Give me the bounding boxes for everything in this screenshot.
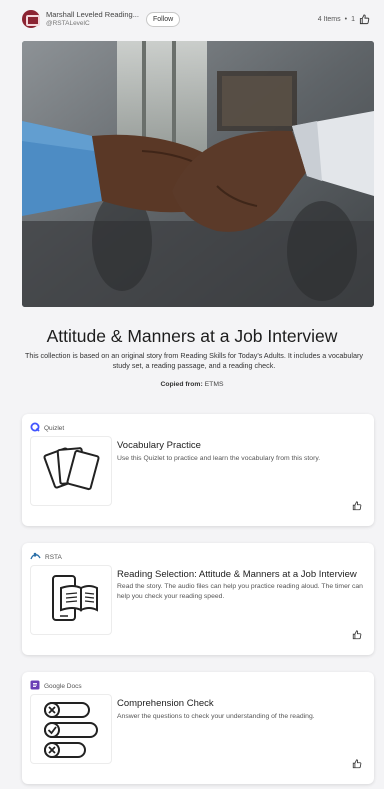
card-title[interactable]: Vocabulary Practice — [117, 440, 201, 451]
card-source-label: RSTA — [45, 553, 62, 561]
resource-card-comprehension[interactable]: Google Docs Comprehension Check Answer t… — [22, 672, 374, 784]
hero-image — [22, 41, 374, 307]
thumbs-up-icon[interactable] — [352, 627, 362, 645]
google-docs-icon — [30, 680, 40, 692]
flashcards-icon — [30, 436, 112, 506]
card-description: Answer the questions to check your under… — [117, 713, 315, 720]
items-count: 4 Items — [317, 15, 341, 23]
owner-name[interactable]: Marshall Leveled Reading... — [46, 11, 144, 20]
card-source: Quizlet — [30, 422, 64, 434]
thumbs-up-icon[interactable] — [359, 13, 370, 25]
owner-handle: @RSTALevelC — [46, 19, 90, 27]
quizlet-icon — [30, 422, 40, 434]
collection-page: Marshall Leveled Reading... @RSTALevelC … — [0, 0, 384, 789]
copied-source-link[interactable]: ETMS — [205, 381, 224, 388]
card-source: RSTA — [30, 551, 62, 563]
card-source: Google Docs — [30, 680, 82, 692]
card-source-label: Google Docs — [44, 682, 82, 690]
copied-from: Copied from: ETMS — [0, 381, 384, 388]
card-title[interactable]: Comprehension Check — [117, 698, 214, 709]
follow-button[interactable]: Follow — [146, 11, 181, 27]
owner-info[interactable]: Marshall Leveled Reading... @RSTALevelC — [46, 11, 144, 27]
avatar[interactable] — [22, 10, 40, 28]
checklist-icon — [30, 694, 112, 764]
card-source-label: Quizlet — [44, 424, 65, 432]
collection-description: This collection is based on an original … — [24, 351, 364, 371]
thumbs-up-icon[interactable] — [352, 498, 362, 516]
resource-card-reading[interactable]: RSTA Reading Selection: Attitude & Manne… — [22, 543, 374, 655]
collection-header: Marshall Leveled Reading... @RSTALevelC … — [0, 0, 384, 38]
card-description: Read the story. The audio files can help… — [117, 583, 363, 600]
likes-count: 1 — [351, 15, 355, 23]
stats-separator: • — [344, 15, 348, 23]
copied-label: Copied from: — [160, 381, 203, 388]
phone-book-icon — [30, 565, 112, 635]
collection-title: Attitude & Manners at a Job Interview — [46, 326, 338, 346]
resource-card-vocabulary[interactable]: Quizlet Vocabulary Practice Use this Qui… — [22, 414, 374, 526]
collection-stats: 4 Items • 1 — [314, 13, 370, 25]
rsta-icon — [30, 551, 41, 563]
card-description: Use this Quizlet to practice and learn t… — [117, 455, 321, 462]
card-title[interactable]: Reading Selection: Attitude & Manners at… — [117, 569, 357, 580]
thumbs-up-icon[interactable] — [352, 756, 362, 774]
